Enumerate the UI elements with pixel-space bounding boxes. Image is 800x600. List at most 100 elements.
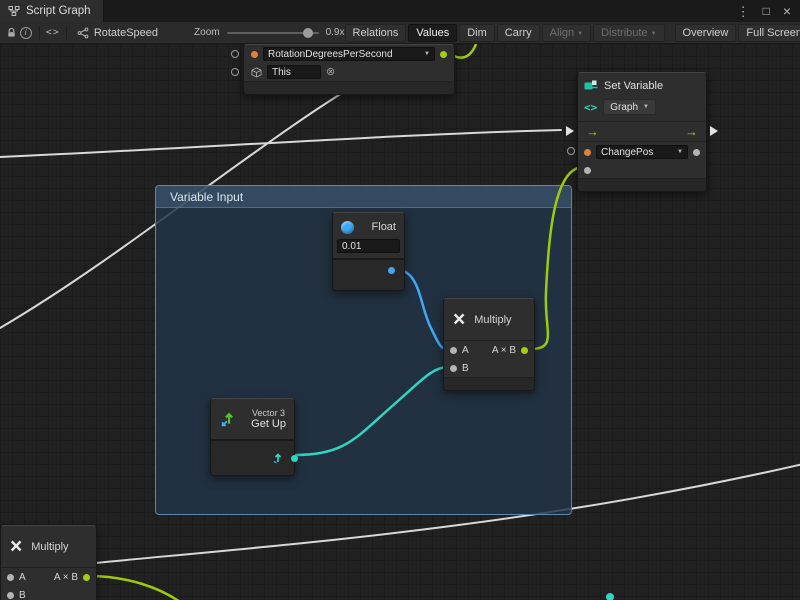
zoom-slider-handle[interactable] [303, 28, 313, 38]
script-graph-window: Script Graph ⋮ □ × i <> RotateSpeed Zoom [0, 0, 800, 600]
vector-output-icon [271, 452, 283, 464]
node-footer [244, 81, 454, 94]
code-view-icon[interactable]: <> [46, 27, 60, 38]
align-button[interactable]: Align▼ [542, 24, 591, 42]
port-section [333, 258, 404, 290]
gameobject-cube-icon [251, 67, 262, 78]
value-input-port[interactable] [584, 167, 591, 174]
tab-title: Script Graph [26, 5, 91, 17]
node-header: Set Variable <> Graph ▼ [578, 73, 706, 122]
multiply-icon: × [10, 536, 22, 557]
node-footer [578, 178, 706, 191]
lock-icon[interactable] [4, 27, 18, 39]
maximize-icon[interactable]: □ [763, 5, 770, 17]
relations-button[interactable]: Relations [345, 24, 407, 42]
input-port-a[interactable] [450, 347, 457, 354]
node-header: × Multiply [444, 299, 534, 341]
node-set-variable[interactable]: Set Variable <> Graph ▼ → → ChangePos [577, 72, 707, 192]
variable-port-icon[interactable] [584, 149, 591, 156]
zoom-control: Zoom 0.9x [194, 27, 344, 38]
variable-port-icon[interactable] [251, 51, 258, 58]
vector3-up-icon [219, 411, 236, 428]
output-port[interactable] [440, 51, 447, 58]
scope-label: Graph [610, 102, 638, 113]
chevron-down-icon: ▼ [651, 31, 657, 37]
variable-name-dropdown[interactable]: RotationDegreesPerSecond ▼ [263, 47, 435, 61]
window-controls: ⋮ □ × [737, 4, 800, 18]
value-wire-lime[interactable] [88, 576, 180, 600]
graph-asset-name: RotateSpeed [94, 27, 158, 39]
chevron-down-icon: ▼ [577, 31, 583, 37]
dim-button[interactable]: Dim [459, 24, 495, 42]
input-port[interactable] [567, 147, 575, 155]
node-type-label: Vector 3 [252, 408, 285, 418]
code-icon: <> [584, 101, 597, 114]
node-get-variable[interactable]: RotationDegreesPerSecond ▼ This ⊗ [243, 44, 455, 95]
toolbar-buttons: Relations Values Dim Carry Align▼ Distri… [345, 24, 800, 42]
close-icon[interactable]: × [783, 4, 791, 18]
node-title: Set Variable [604, 80, 663, 92]
node-header: Float [333, 213, 404, 239]
node-title: Float [372, 221, 396, 233]
script-graph-icon [8, 5, 20, 17]
input-port-b[interactable] [7, 592, 14, 599]
node-header: × Multiply [1, 526, 96, 568]
target-object-field[interactable]: This [267, 65, 321, 79]
wire-endpoint-dot[interactable] [606, 593, 614, 600]
group-title: Variable Input [170, 190, 243, 204]
target-object-label: This [272, 67, 291, 78]
variable-name: RotationDegreesPerSecond [268, 49, 393, 60]
node-footer [444, 377, 534, 390]
port-b-label: B [462, 363, 469, 374]
tab-script-graph[interactable]: Script Graph [0, 0, 104, 22]
set-variable-icon [584, 80, 598, 92]
graph-asset-icon [77, 27, 89, 39]
info-icon[interactable]: i [18, 27, 32, 39]
flow-wire[interactable] [0, 130, 561, 157]
object-picker-icon[interactable]: ⊗ [326, 67, 335, 78]
output-port[interactable] [388, 267, 395, 274]
flow-input-arrow[interactable] [566, 126, 574, 136]
variable-name-dropdown[interactable]: ChangePos ▼ [596, 145, 688, 159]
node-vector3-get-up[interactable]: Vector 3 Get Up [210, 398, 295, 476]
graph-canvas[interactable]: Variable Input RotationDegreesPerSecond … [0, 44, 800, 600]
zoom-value: 0.9x [326, 27, 345, 38]
flow-out-icon[interactable]: → [685, 125, 698, 138]
input-port-b[interactable] [450, 365, 457, 372]
output-port[interactable] [693, 149, 700, 156]
carry-button[interactable]: Carry [497, 24, 540, 42]
output-port[interactable] [521, 347, 528, 354]
input-port-a[interactable] [7, 574, 14, 581]
port-section [211, 439, 294, 475]
float-value-input[interactable]: 0.01 [337, 239, 400, 253]
node-title: Multiply [474, 314, 511, 326]
input-port[interactable] [231, 68, 239, 76]
zoom-slider[interactable] [227, 32, 319, 34]
output-label: A × B [54, 572, 78, 583]
node-float-literal[interactable]: Float 0.01 [332, 212, 405, 291]
chevron-down-icon: ▼ [643, 104, 649, 110]
input-port[interactable] [231, 50, 239, 58]
port-a-label: A [462, 345, 469, 356]
graph-reference[interactable]: RotateSpeed [77, 27, 158, 39]
output-port[interactable] [291, 455, 298, 462]
port-b-label: B [19, 590, 26, 600]
output-port[interactable] [83, 574, 90, 581]
chevron-down-icon: ▼ [424, 51, 430, 57]
float-value: 0.01 [342, 241, 361, 252]
flow-in-icon[interactable]: → [586, 125, 599, 138]
multiply-icon: × [453, 309, 465, 330]
overview-button[interactable]: Overview [675, 24, 737, 42]
full-screen-button[interactable]: Full Screen [738, 24, 800, 42]
distribute-button[interactable]: Distribute▼ [593, 24, 664, 42]
node-title: Get Up [251, 418, 286, 430]
window-menu-icon[interactable]: ⋮ [737, 5, 750, 18]
output-label: A × B [492, 345, 516, 356]
toolbar-separator [66, 26, 67, 40]
group-header[interactable]: Variable Input [156, 186, 571, 208]
node-multiply[interactable]: × Multiply A A × B B [443, 298, 535, 391]
scope-dropdown[interactable]: Graph ▼ [603, 99, 656, 115]
flow-output-arrow[interactable] [710, 126, 718, 136]
values-button[interactable]: Values [408, 24, 457, 42]
node-multiply-2[interactable]: × Multiply A A × B B [0, 525, 97, 600]
